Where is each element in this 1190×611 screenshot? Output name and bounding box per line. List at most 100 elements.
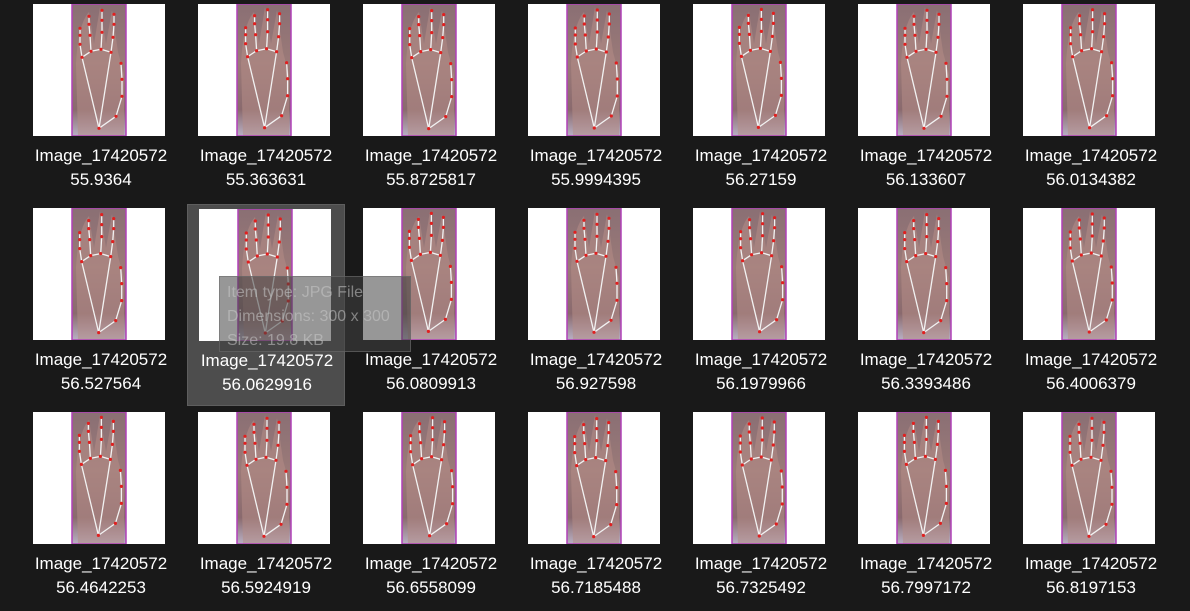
file-item[interactable]: Image_17420572 56.27159	[682, 0, 840, 202]
file-thumbnail	[858, 4, 990, 136]
file-thumbnail	[528, 208, 660, 340]
file-item[interactable]: Image_17420572 56.7185488	[517, 408, 675, 610]
file-item[interactable]: Image_17420572 56.4006379	[1012, 204, 1170, 406]
file-name: Image_17420572 56.927598	[517, 348, 675, 396]
file-name-line2: 56.3393486	[881, 374, 971, 393]
file-name-line1: Image_17420572	[34, 146, 168, 165]
file-name: Image_17420572 56.6558099	[352, 552, 510, 600]
file-item[interactable]: Image_17420572 56.6558099	[352, 408, 510, 610]
file-name-line2: 56.0629916	[222, 375, 312, 394]
file-name-line1: Image_17420572	[694, 146, 828, 165]
file-thumbnail	[198, 412, 330, 544]
file-name-line1: Image_17420572	[1024, 350, 1158, 369]
file-item[interactable]: Image_17420572 56.133607	[847, 0, 1005, 202]
file-name-line1: Image_17420572	[199, 146, 333, 165]
file-name: Image_17420572 56.3393486	[847, 348, 1005, 396]
file-name-line1: Image_17420572	[529, 146, 663, 165]
file-item[interactable]: Image_17420572 56.7325492	[682, 408, 840, 610]
file-item[interactable]: Image_17420572 56.3393486	[847, 204, 1005, 406]
file-name-line1: Image_17420572	[364, 554, 498, 573]
file-item[interactable]: Image_17420572 56.7997172	[847, 408, 1005, 610]
file-item[interactable]: Image_17420572 56.1979966	[682, 204, 840, 406]
file-item[interactable]: Image_17420572 56.8197153	[1012, 408, 1170, 610]
file-name-line2: 56.5924919	[221, 578, 311, 597]
file-thumbnail	[363, 412, 495, 544]
file-name: Image_17420572 56.5924919	[187, 552, 345, 600]
file-name: Image_17420572 56.0134382	[1012, 144, 1170, 192]
file-name: Image_17420572 56.8197153	[1012, 552, 1170, 600]
file-name: Image_17420572 56.4642253	[22, 552, 180, 600]
file-item[interactable]: Image_17420572 56.0134382	[1012, 0, 1170, 202]
file-thumbnail	[1023, 208, 1155, 340]
file-name-line2: 56.4006379	[1046, 374, 1136, 393]
file-name: Image_17420572 56.27159	[682, 144, 840, 192]
file-item[interactable]: Image_17420572 56.4642253	[22, 408, 180, 610]
file-thumbnail	[33, 412, 165, 544]
file-name-line1: Image_17420572	[34, 554, 168, 573]
file-thumbnail	[693, 4, 825, 136]
file-name-line2: 56.6558099	[386, 578, 476, 597]
file-name-line1: Image_17420572	[34, 350, 168, 369]
file-item[interactable]: Image_17420572 55.363631	[187, 0, 345, 202]
file-item[interactable]: Image_17420572 56.0629916	[187, 204, 345, 406]
file-name-line2: 55.9994395	[551, 170, 641, 189]
file-name-line1: Image_17420572	[529, 554, 663, 573]
file-name-line2: 56.0809913	[386, 374, 476, 393]
file-name-line1: Image_17420572	[859, 554, 993, 573]
file-thumbnail	[363, 208, 495, 340]
file-item[interactable]: Image_17420572 56.927598	[517, 204, 675, 406]
file-name-line1: Image_17420572	[364, 146, 498, 165]
file-name-line2: 56.527564	[60, 374, 142, 393]
file-name-line2: 56.4642253	[56, 578, 146, 597]
file-name-line1: Image_17420572	[199, 554, 333, 573]
file-item[interactable]: Image_17420572 56.5924919	[187, 408, 345, 610]
file-name: Image_17420572 56.1979966	[682, 348, 840, 396]
file-name: Image_17420572 56.7185488	[517, 552, 675, 600]
file-name-line1: Image_17420572	[1024, 146, 1158, 165]
file-item[interactable]: Image_17420572 55.8725817	[352, 0, 510, 202]
file-name-line2: 56.8197153	[1046, 578, 1136, 597]
file-thumbnail	[528, 4, 660, 136]
file-name-line1: Image_17420572	[529, 350, 663, 369]
file-thumbnail	[858, 412, 990, 544]
file-thumbnail	[363, 4, 495, 136]
file-name-line2: 56.7997172	[881, 578, 971, 597]
file-thumbnail	[1023, 4, 1155, 136]
file-name-line2: 55.363631	[225, 170, 307, 189]
file-name-line2: 56.133607	[885, 170, 967, 189]
file-item[interactable]: Image_17420572 56.0809913	[352, 204, 510, 406]
file-item[interactable]: Image_17420572 55.9994395	[517, 0, 675, 202]
file-thumbnail	[693, 208, 825, 340]
file-name-line1: Image_17420572	[1024, 554, 1158, 573]
file-name-line1: Image_17420572	[859, 146, 993, 165]
file-item[interactable]: Image_17420572 55.9364	[22, 0, 180, 202]
file-name-line1: Image_17420572	[200, 351, 334, 370]
file-name: Image_17420572 55.8725817	[352, 144, 510, 192]
file-name: Image_17420572 55.9364	[22, 144, 180, 192]
file-name-line2: 55.9364	[70, 170, 132, 189]
file-thumbnail	[1023, 412, 1155, 544]
file-thumbnail	[693, 412, 825, 544]
file-thumbnail	[33, 4, 165, 136]
file-name-line2: 56.7325492	[716, 578, 806, 597]
file-name: Image_17420572 55.9994395	[517, 144, 675, 192]
file-thumbnail	[198, 4, 330, 136]
file-name: Image_17420572 56.133607	[847, 144, 1005, 192]
file-name-line2: 55.8725817	[386, 170, 476, 189]
file-thumbnail	[858, 208, 990, 340]
file-item[interactable]: Image_17420572 56.527564	[22, 204, 180, 406]
file-name-line2: 56.7185488	[551, 578, 641, 597]
file-name-line1: Image_17420572	[364, 350, 498, 369]
file-name: Image_17420572 56.0629916	[188, 349, 346, 397]
file-name: Image_17420572 56.7325492	[682, 552, 840, 600]
file-thumbnail	[33, 208, 165, 340]
file-name: Image_17420572 56.7997172	[847, 552, 1005, 600]
file-name-line2: 56.27159	[725, 170, 797, 189]
file-thumbnail	[528, 412, 660, 544]
file-name-line2: 56.0134382	[1046, 170, 1136, 189]
file-name: Image_17420572 56.4006379	[1012, 348, 1170, 396]
file-name: Image_17420572 56.0809913	[352, 348, 510, 396]
file-name: Image_17420572 55.363631	[187, 144, 345, 192]
file-thumbnail	[199, 209, 331, 341]
file-name-line2: 56.927598	[555, 374, 637, 393]
